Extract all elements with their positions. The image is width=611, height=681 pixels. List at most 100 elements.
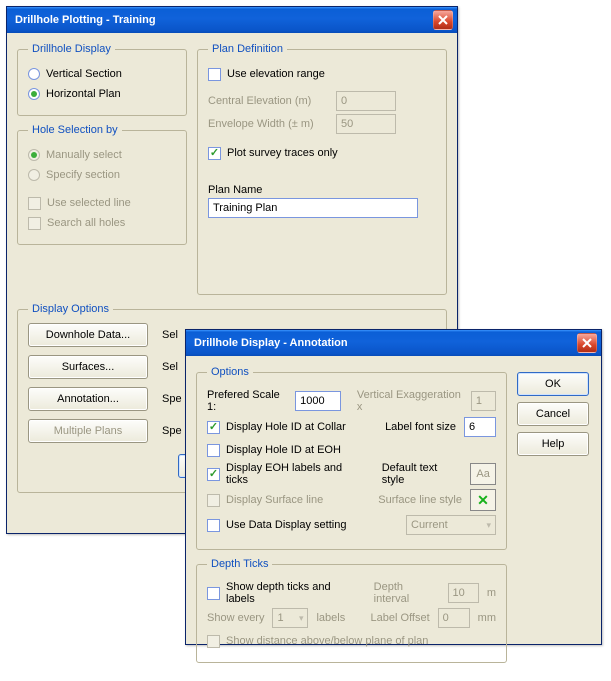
multiple-caption: Spe <box>162 419 182 443</box>
envelope-width-input: 50 <box>336 114 396 134</box>
search-all-holes-check: Search all holes <box>28 214 176 232</box>
default-text-style-label: Default text style <box>382 462 463 486</box>
default-text-style-button[interactable]: Aa <box>470 463 496 485</box>
close-icon <box>438 15 448 25</box>
radio-icon <box>28 149 40 161</box>
options-group: Options Prefered Scale 1: 1000 Vertical … <box>196 366 507 550</box>
label-offset-input: 0 <box>438 608 470 628</box>
checkbox-icon <box>207 587 220 600</box>
depth-interval-input: 10 <box>448 583 479 603</box>
check-label: Show depth ticks and labels <box>226 581 358 605</box>
plot-survey-traces-check[interactable]: Plot survey traces only <box>208 144 436 162</box>
group-legend: Depth Ticks <box>207 558 272 570</box>
annotation-caption: Spe <box>162 387 182 411</box>
use-selected-line-check: Use selected line <box>28 194 176 212</box>
check-label: Plot survey traces only <box>227 147 338 159</box>
checkbox-icon <box>208 147 221 160</box>
manually-select-radio: Manually select <box>28 146 176 164</box>
close-button[interactable] <box>433 10 453 30</box>
close-button[interactable] <box>577 333 597 353</box>
surface-line-style-label: Surface line style <box>378 494 462 506</box>
depth-interval-unit: m <box>487 587 496 599</box>
envelope-width-label: Envelope Width (± m) <box>208 118 328 130</box>
hole-selection-group: Hole Selection by Manually select Specif… <box>17 124 187 245</box>
x-icon: ✕ <box>477 492 489 509</box>
preferred-scale-input[interactable]: 1000 <box>295 391 341 411</box>
specify-section-radio: Specify section <box>28 166 176 184</box>
horizontal-plan-radio[interactable]: Horizontal Plan <box>28 85 176 103</box>
titlebar[interactable]: Drillhole Display - Annotation <box>186 330 601 356</box>
checkbox-icon <box>207 421 220 434</box>
label-offset-unit: mm <box>478 612 496 624</box>
data-display-select: Current ▾ <box>406 515 496 535</box>
display-hole-id-collar-check[interactable]: Display Hole ID at Collar <box>207 418 346 436</box>
depth-ticks-group: Depth Ticks Show depth ticks and labels … <box>196 558 507 663</box>
annotation-button[interactable]: Annotation... <box>28 387 148 411</box>
checkbox-icon <box>207 519 220 532</box>
show-every-label2: labels <box>316 612 345 624</box>
label-font-size-input[interactable]: 6 <box>464 417 496 437</box>
check-label: Display Surface line <box>226 494 323 506</box>
radio-label: Specify section <box>46 169 120 181</box>
checkbox-icon <box>207 494 220 507</box>
close-icon <box>582 338 592 348</box>
ok-button[interactable]: OK <box>517 372 589 396</box>
group-legend: Drillhole Display <box>28 43 115 55</box>
group-legend: Options <box>207 366 253 378</box>
central-elevation-label: Central Elevation (m) <box>208 95 328 107</box>
check-label: Use Data Display setting <box>226 519 346 531</box>
plan-name-input[interactable]: Training Plan <box>208 198 418 218</box>
checkbox-icon <box>207 468 220 481</box>
check-label: Show distance above/below plane of plan <box>226 635 428 647</box>
select-value: 1 <box>277 611 283 625</box>
check-label: Use selected line <box>47 197 131 209</box>
display-hole-id-eoh-check[interactable]: Display Hole ID at EOH <box>207 441 496 459</box>
group-legend: Hole Selection by <box>28 124 122 136</box>
help-button[interactable]: Help <box>517 432 589 456</box>
titlebar[interactable]: Drillhole Plotting - Training <box>7 7 457 33</box>
surfaces-caption: Sel <box>162 355 182 379</box>
check-label: Use elevation range <box>227 68 325 80</box>
plan-name-label: Plan Name <box>208 184 436 196</box>
vertical-exaggeration-input: 1 <box>471 391 496 411</box>
check-label: Display Hole ID at Collar <box>226 421 346 433</box>
radio-label: Manually select <box>46 149 122 161</box>
text-style-icon: Aa <box>476 468 489 480</box>
display-surface-line-check: Display Surface line <box>207 491 323 509</box>
preferred-scale-label: Prefered Scale 1: <box>207 389 287 413</box>
checkbox-icon <box>207 444 220 457</box>
show-every-label: Show every <box>207 612 264 624</box>
checkbox-icon <box>28 217 41 230</box>
chevron-down-icon: ▾ <box>486 518 491 532</box>
check-label: Display EOH labels and ticks <box>226 462 366 486</box>
show-depth-ticks-check[interactable]: Show depth ticks and labels <box>207 584 358 602</box>
show-distance-check: Show distance above/below plane of plan <box>207 632 496 650</box>
downhole-caption: Sel <box>162 323 182 347</box>
group-legend: Display Options <box>28 303 113 315</box>
drillhole-display-annotation-window: Drillhole Display - Annotation Options P… <box>185 329 602 645</box>
checkbox-icon <box>207 635 220 648</box>
multiple-plans-button: Multiple Plans <box>28 419 148 443</box>
vertical-section-radio[interactable]: Vertical Section <box>28 65 176 83</box>
radio-icon <box>28 169 40 181</box>
display-eoh-labels-check[interactable]: Display EOH labels and ticks <box>207 465 366 483</box>
radio-icon <box>28 68 40 80</box>
plan-definition-group: Plan Definition Use elevation range Cent… <box>197 43 447 295</box>
label-font-size-label: Label font size <box>385 421 456 433</box>
window-title: Drillhole Plotting - Training <box>15 14 433 26</box>
radio-icon <box>28 88 40 100</box>
radio-label: Vertical Section <box>46 68 122 80</box>
use-elevation-range-check[interactable]: Use elevation range <box>208 65 436 83</box>
use-data-display-check[interactable]: Use Data Display setting <box>207 516 346 534</box>
checkbox-icon <box>208 68 221 81</box>
depth-interval-label: Depth interval <box>374 581 440 605</box>
surfaces-button[interactable]: Surfaces... <box>28 355 148 379</box>
chevron-down-icon: ▾ <box>299 611 304 625</box>
vertical-exaggeration-label: Vertical Exaggeration x <box>357 389 463 413</box>
drillhole-display-group: Drillhole Display Vertical Section Horiz… <box>17 43 187 116</box>
downhole-data-button[interactable]: Downhole Data... <box>28 323 148 347</box>
cancel-button[interactable]: Cancel <box>517 402 589 426</box>
label-offset-label: Label Offset <box>371 612 430 624</box>
central-elevation-input: 0 <box>336 91 396 111</box>
surface-line-style-button[interactable]: ✕ <box>470 489 496 511</box>
